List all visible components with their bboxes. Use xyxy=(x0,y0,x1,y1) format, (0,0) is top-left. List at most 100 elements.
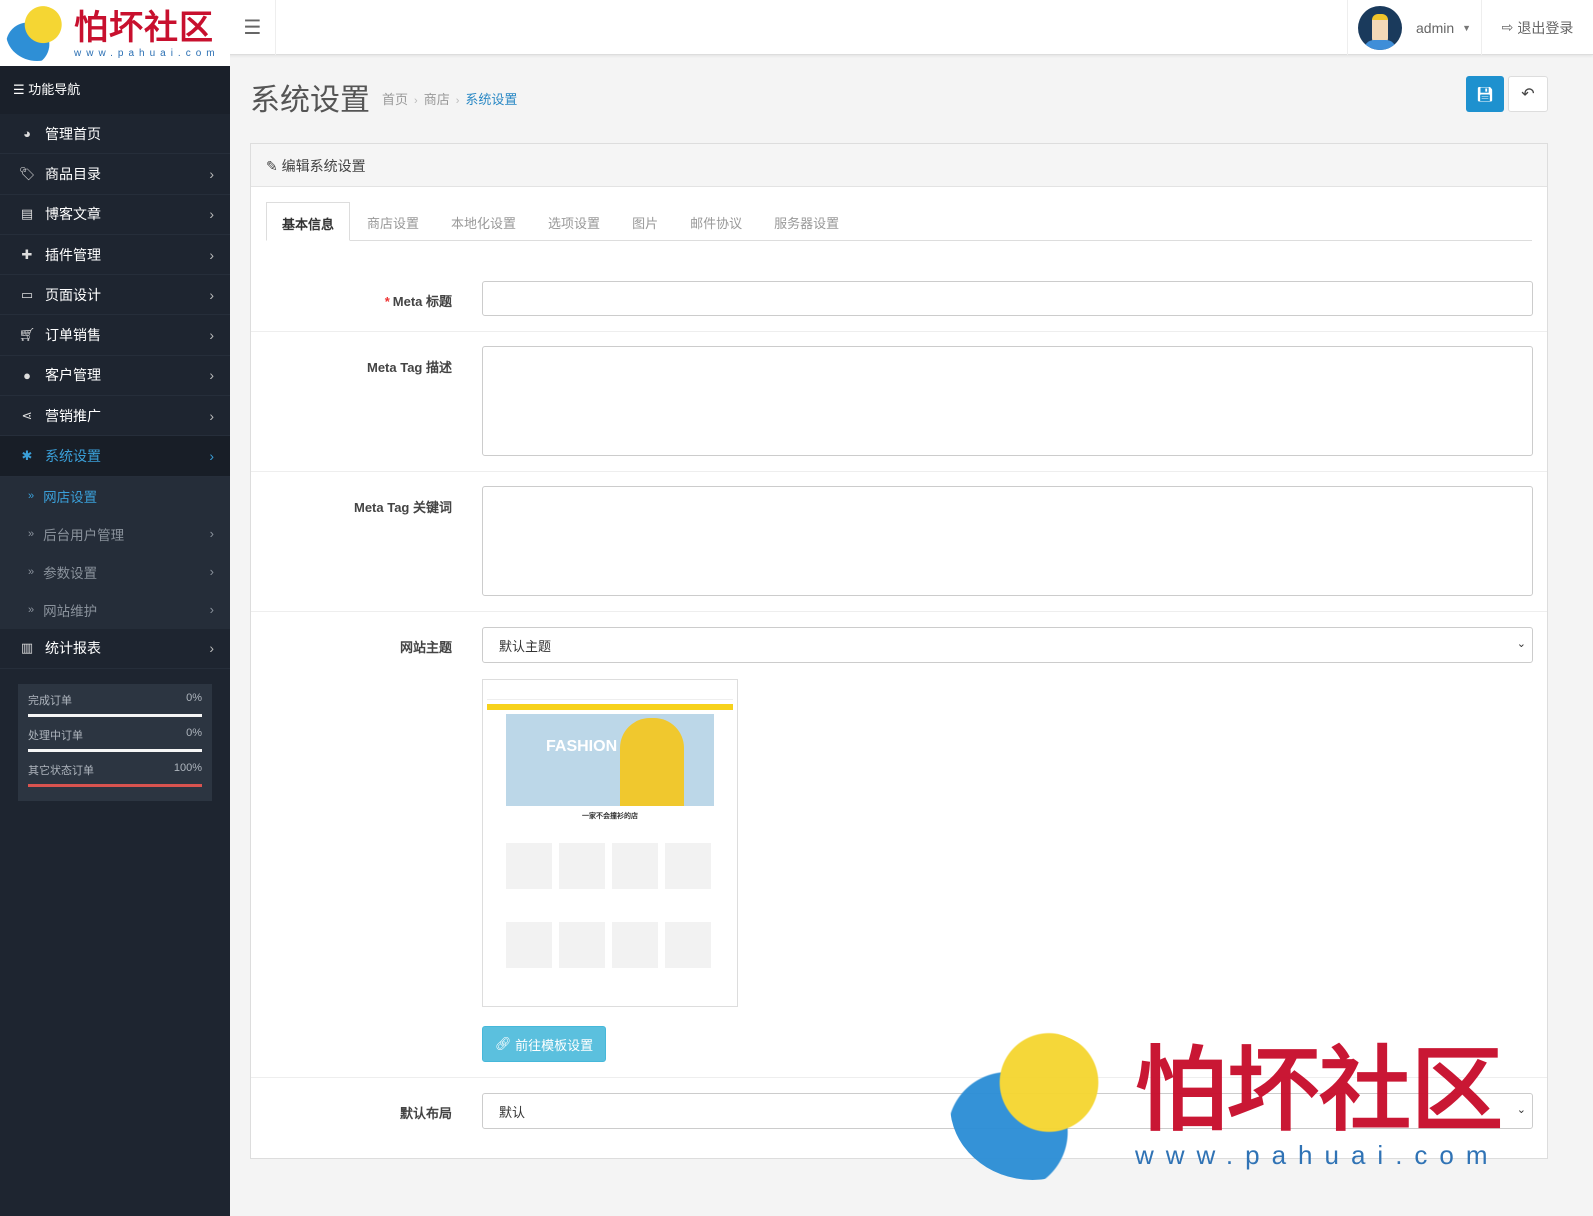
form-row-meta-description: Meta Tag 描述 xyxy=(251,332,1547,472)
chevron-right-icon: › xyxy=(209,640,214,657)
form-row-meta-title: * Meta 标题 xyxy=(251,266,1547,332)
settings-panel: ✎ 编辑系统设置 基本信息 商店设置 本地化设置 选项设置 图片 邮件协议 服务器设置 * M… xyxy=(250,143,1548,1159)
sidebar-subitem-label: 网站维护 xyxy=(43,603,98,619)
theme-preview-image: FASHION 一家不会撞衫的店 xyxy=(482,679,738,1007)
sidebar-item-label: 商品目录 xyxy=(45,165,101,182)
chevron-down-icon: ⌄ xyxy=(1516,638,1526,650)
tags-icon: 🏷︎ xyxy=(18,165,36,181)
username: admin xyxy=(1416,19,1455,36)
back-button[interactable]: ↶ xyxy=(1508,76,1548,112)
sidebar-item-reports[interactable]: ▥ 统计报表 › xyxy=(0,629,230,669)
stat-value: 0% xyxy=(186,726,202,739)
tab[interactable]: 邮件协议 xyxy=(675,202,757,240)
stat-progress-bar xyxy=(28,783,202,787)
sidebar-item[interactable]: ◕ 管理首页 xyxy=(0,114,230,155)
layout-select[interactable]: 默认 ⌄ xyxy=(482,1093,1533,1129)
logo-text: 怕坏社区 xyxy=(74,7,214,48)
sidebar-subitem-label: 参数设置 xyxy=(43,565,98,581)
logout-button[interactable]: ⇨ 退出登录 xyxy=(1482,0,1593,55)
logout-label: 退出登录 xyxy=(1517,19,1574,36)
sidebar-subitem[interactable]: » 参数设置 › xyxy=(0,552,230,591)
newspaper-icon: ▤ xyxy=(20,206,34,222)
order-stat: 完成订单 0% xyxy=(28,692,202,717)
double-chevron-icon: » xyxy=(28,603,35,616)
save-icon: 💾︎ xyxy=(1476,85,1494,102)
sidebar-subitem[interactable]: » 网店设置 xyxy=(0,476,230,515)
stat-progress-bar xyxy=(28,713,202,717)
tab[interactable]: 商店设置 xyxy=(352,202,434,240)
meta-title-input[interactable] xyxy=(482,281,1533,316)
sidebar-item[interactable]: ▭ 页面设计 › xyxy=(0,275,230,316)
sidebar-item[interactable]: ● 客户管理 › xyxy=(0,356,230,397)
sidebar-item-label: 博客文章 xyxy=(45,206,101,223)
tab[interactable]: 图片 xyxy=(617,202,673,240)
meta-title-label: * Meta 标题 xyxy=(384,294,452,309)
preview-shop-title: 一家不会撞衫的店 xyxy=(582,813,638,820)
meta-description-textarea[interactable] xyxy=(482,346,1533,456)
sidebar-item-label: 客户管理 xyxy=(45,367,101,384)
sidebar-item[interactable]: 🛒︎ 订单销售 › xyxy=(0,315,230,356)
chevron-right-icon: › xyxy=(209,165,214,182)
sidebar-item[interactable]: 🏷︎ 商品目录 › xyxy=(0,154,230,195)
logo-url: www.pahuai.com xyxy=(74,47,220,59)
chevron-down-icon: ⌄ xyxy=(1516,1104,1526,1116)
sidebar-subitem[interactable]: » 网站维护 › xyxy=(0,590,230,629)
top-header: ☰ admin ▼ ⇨ 退出登录 xyxy=(0,0,1593,55)
menu-toggle-button[interactable]: ☰ xyxy=(230,0,276,55)
sidebar-subitem-label: 网店设置 xyxy=(43,489,98,505)
meta-keywords-textarea[interactable] xyxy=(482,486,1533,596)
logo[interactable]: 怕坏社区 www.pahuai.com xyxy=(0,0,230,66)
template-settings-button[interactable]: 🔗︎ 前往模板设置 xyxy=(482,1026,607,1062)
double-chevron-icon: » xyxy=(28,489,35,502)
breadcrumb: 首页 › 商店 › 系统设置 xyxy=(382,92,518,107)
user-menu[interactable]: admin ▼ xyxy=(1347,0,1482,55)
breadcrumb-home[interactable]: 首页 xyxy=(382,92,408,107)
sidebar-item-label: 统计报表 xyxy=(45,640,101,657)
form-row-meta-keywords: Meta Tag 关键词 xyxy=(251,472,1547,612)
sign-out-icon: ⇨ xyxy=(1501,19,1514,35)
tab[interactable]: 基本信息 xyxy=(266,202,351,241)
stat-value: 100% xyxy=(173,761,202,774)
page-title: 系统设置 xyxy=(250,84,370,117)
sidebar-item-label: 营销推广 xyxy=(45,407,101,424)
breadcrumb-store[interactable]: 商店 xyxy=(424,92,450,107)
logo-fish-icon xyxy=(6,5,68,61)
share-icon: ⋖ xyxy=(21,407,33,423)
sidebar-subitem[interactable]: » 后台用户管理 › xyxy=(0,514,230,553)
meta-keywords-label: Meta Tag 关键词 xyxy=(354,500,452,515)
tabs: 基本信息 商店设置 本地化设置 选项设置 图片 邮件协议 服务器设置 xyxy=(266,202,1532,241)
sidebar-item[interactable]: ✚ 插件管理 › xyxy=(0,235,230,276)
meta-description-label: Meta Tag 描述 xyxy=(367,360,452,375)
order-stat: 处理中订单 0% xyxy=(28,727,202,752)
cog-icon: ✱ xyxy=(21,448,33,464)
pencil-icon: ✎ xyxy=(266,158,278,174)
tab[interactable]: 本地化设置 xyxy=(436,202,531,240)
cart-icon: 🛒︎ xyxy=(18,327,36,343)
chevron-right-icon: › xyxy=(209,246,214,263)
chevron-right-icon: › xyxy=(209,407,214,424)
main-content: 系统设置 首页 › 商店 › 系统设置 💾︎ ↶ ✎ 编辑系统设置 基本信息 商店设置 本地… xyxy=(230,55,1593,1216)
breadcrumb-current[interactable]: 系统设置 xyxy=(465,92,517,107)
sidebar-item[interactable]: ▤ 博客文章 › xyxy=(0,195,230,235)
sidebar-item-label: 订单销售 xyxy=(45,327,101,344)
theme-select[interactable]: 默认主题 ⌄ xyxy=(482,627,1533,663)
tab[interactable]: 选项设置 xyxy=(533,202,615,240)
preview-banner-text: FASHION xyxy=(546,738,618,755)
tab[interactable]: 服务器设置 xyxy=(759,202,854,240)
stat-value: 0% xyxy=(186,691,202,704)
form-row-theme: 网站主题 默认主题 ⌄ xyxy=(251,612,1547,1078)
sidebar-subitem-label: 后台用户管理 xyxy=(43,527,125,543)
stat-progress-bar xyxy=(28,748,202,752)
dashboard-icon: ◕ xyxy=(23,126,31,142)
nav-heading: ☰ 功能导航 xyxy=(0,66,230,114)
order-stats: 完成订单 0% 处理中订单 0% 其它状态订单 100% xyxy=(18,683,212,801)
double-chevron-icon: » xyxy=(28,527,35,540)
bar-chart-icon: ▥ xyxy=(20,640,34,656)
link-icon: 🔗︎ xyxy=(495,1036,512,1051)
sidebar-item[interactable]: ✱ 系统设置 › xyxy=(0,436,230,477)
chevron-right-icon: › xyxy=(209,564,214,580)
chevron-right-icon: › xyxy=(209,327,214,344)
bars-icon: ☰ xyxy=(243,17,262,39)
save-button[interactable]: 💾︎ xyxy=(1466,76,1504,112)
sidebar-item[interactable]: ⋖ 营销推广 › xyxy=(0,396,230,437)
